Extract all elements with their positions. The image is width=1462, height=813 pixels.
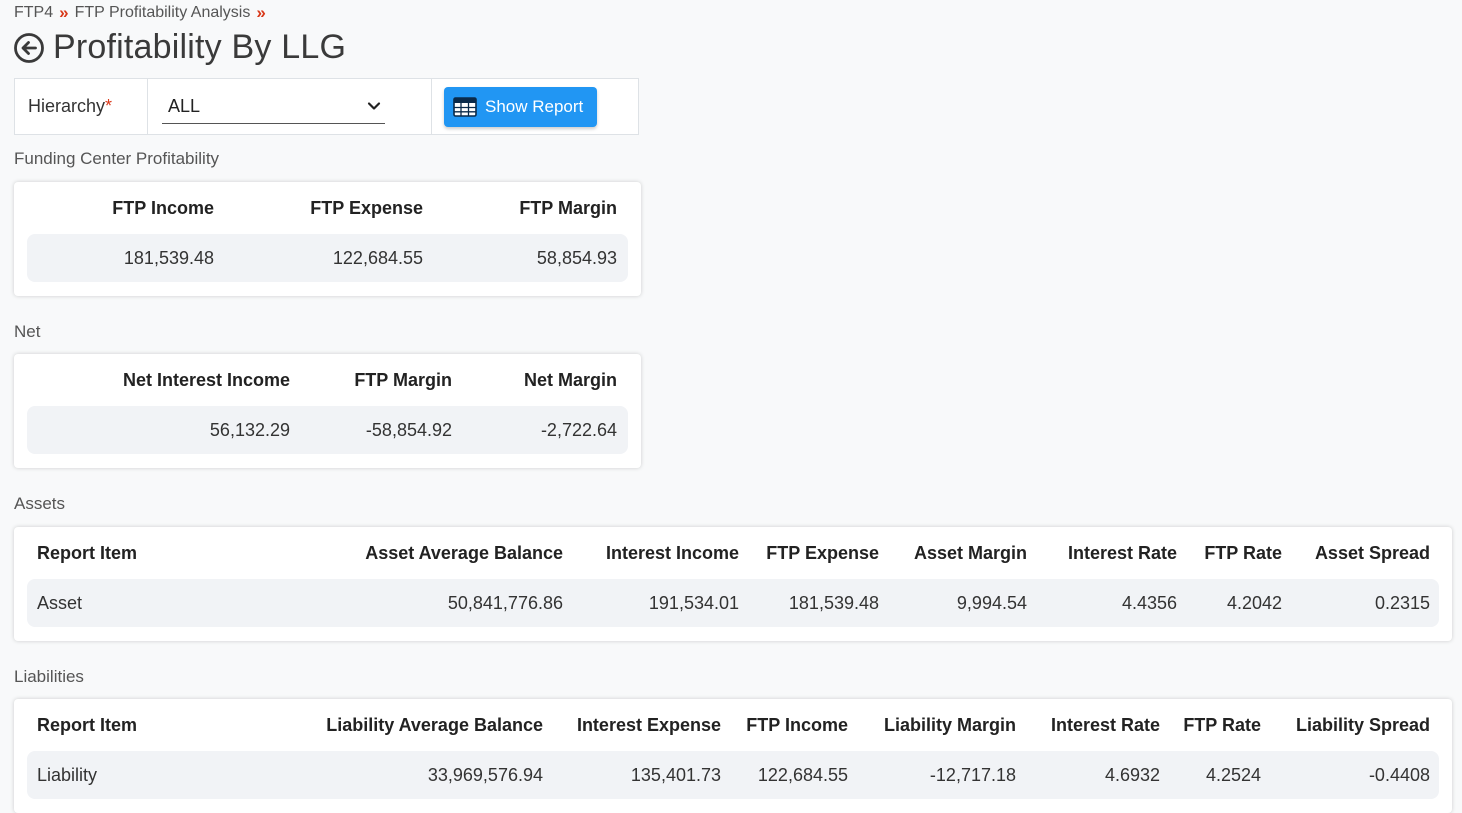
table-row: Liability 33,969,576.94 135,401.73 122,6… [27,751,1439,799]
header-interest-expense: Interest Expense [576,714,721,735]
header-asset-average-balance: Asset Average Balance [365,542,563,563]
value-liability-spread: -0.4408 [1368,764,1430,785]
value-net-interest-income: 56,132.29 [209,419,290,440]
header-liability-spread: Liability Spread [1295,714,1430,735]
title-row: Profitability By LLG [13,28,346,67]
header-ftp-expense: FTP Expense [766,542,879,563]
assets-section-label: Assets [14,494,66,513]
header-interest-rate: Interest Rate [1067,542,1177,563]
header-ftp-rate: FTP Rate [1183,714,1261,735]
header-ftp-margin: FTP Margin [354,369,452,390]
value-report-item: Liability [37,764,98,785]
net-section-label: Net [14,322,41,341]
header-ftp-margin: FTP Margin [519,197,617,218]
funding-center-section-label: Funding Center Profitability [14,149,220,168]
chevron-down-icon [367,102,381,110]
value-ftp-rate: 4.2524 [1205,764,1261,785]
hierarchy-label: Hierarchy [28,96,106,116]
funding-center-card: FTP Income FTP Expense FTP Margin 181,53… [14,182,641,296]
header-report-item: Report Item [37,542,138,563]
breadcrumb-item-ftp-profitability[interactable]: FTP Profitability Analysis [75,4,251,22]
required-mark: * [105,96,113,116]
value-ftp-income: 122,684.55 [757,764,848,785]
header-liability-average-balance: Liability Average Balance [326,714,543,735]
value-ftp-margin: -58,854.92 [365,419,452,440]
show-report-button[interactable]: Show Report [444,86,597,127]
table-icon [453,96,477,117]
table-header-row: Net Interest Income FTP Margin Net Margi… [27,354,628,406]
value-interest-income: 191,534.01 [648,592,739,613]
header-net-margin: Net Margin [523,369,617,390]
value-interest-expense: 135,401.73 [630,764,721,785]
header-net-interest-income: Net Interest Income [122,369,290,390]
hierarchy-select-value: ALL [168,95,201,116]
hierarchy-select[interactable]: ALL [162,90,385,124]
table-header-row: Report Item Asset Average Balance Intere… [27,527,1439,579]
table-row: 56,132.29 -58,854.92 -2,722.64 [27,406,628,454]
value-asset-margin: 9,994.54 [956,592,1027,613]
value-ftp-expense: 122,684.55 [332,247,423,268]
filter-bar: Hierarchy * ALL Show Report [14,78,639,135]
net-card: Net Interest Income FTP Margin Net Margi… [14,354,641,468]
value-interest-rate: 4.4356 [1121,592,1177,613]
table-row: Asset 50,841,776.86 191,534.01 181,539.4… [27,579,1439,627]
liabilities-section-label: Liabilities [14,667,84,686]
header-interest-rate: Interest Rate [1050,714,1160,735]
breadcrumb-separator-icon: » [59,3,69,22]
breadcrumb: FTP4 » FTP Profitability Analysis » [14,3,272,23]
breadcrumb-separator-icon: » [256,3,266,22]
hierarchy-select-cell: ALL [148,79,432,134]
value-asset-spread: 0.2315 [1374,592,1430,613]
header-asset-spread: Asset Spread [1314,542,1430,563]
value-asset-average-balance: 50,841,776.86 [447,592,563,613]
value-ftp-margin: 58,854.93 [536,247,617,268]
value-liability-average-balance: 33,969,576.94 [427,764,543,785]
table-row: 181,539.48 122,684.55 58,854.93 [27,234,628,282]
liabilities-card: Report Item Liability Average Balance In… [14,699,1452,813]
table-header-row: FTP Income FTP Expense FTP Margin [27,182,628,234]
table-header-row: Report Item Liability Average Balance In… [27,699,1439,751]
page-title: Profitability By LLG [53,28,347,66]
header-report-item: Report Item [37,714,138,735]
header-ftp-income: FTP Income [746,714,848,735]
header-ftp-rate: FTP Rate [1204,542,1282,563]
show-report-cell: Show Report [432,79,638,134]
header-asset-margin: Asset Margin [913,542,1027,563]
header-ftp-expense: FTP Expense [310,197,423,218]
back-arrow-icon[interactable] [13,32,45,64]
page: FTP4 » FTP Profitability Analysis » Prof… [0,0,1462,813]
hierarchy-label-cell: Hierarchy * [15,79,148,134]
value-net-margin: -2,722.64 [540,419,617,440]
value-ftp-income: 181,539.48 [123,247,214,268]
value-report-item: Asset [37,592,83,613]
assets-card: Report Item Asset Average Balance Intere… [14,527,1452,641]
show-report-label: Show Report [485,96,584,116]
header-interest-income: Interest Income [605,542,739,563]
breadcrumb-item-ftp4[interactable]: FTP4 [14,4,53,22]
value-ftp-rate: 4.2042 [1226,592,1282,613]
header-ftp-income: FTP Income [112,197,214,218]
header-liability-margin: Liability Margin [883,714,1016,735]
value-interest-rate: 4.6932 [1104,764,1160,785]
value-ftp-expense: 181,539.48 [788,592,879,613]
value-liability-margin: -12,717.18 [929,764,1016,785]
